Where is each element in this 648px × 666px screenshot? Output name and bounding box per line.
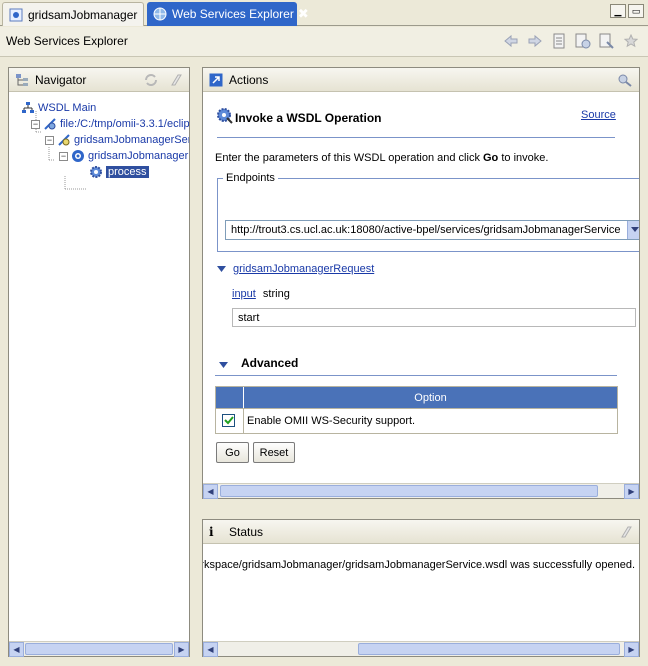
tab-web-services-explorer[interactable]: Web Services Explorer ✖ xyxy=(147,2,309,26)
status-hscrollbar[interactable]: ◀ ▶ xyxy=(203,641,639,657)
scroll-right-icon[interactable]: ▶ xyxy=(624,642,639,657)
invoke-operation-icon xyxy=(217,108,233,124)
navigator-header: Navigator xyxy=(9,68,189,92)
port-binding-icon xyxy=(72,150,84,162)
wsdl-page-icon[interactable] xyxy=(598,32,616,50)
advanced-heading: Advanced xyxy=(241,356,299,370)
operation-heading: Invoke a WSDL Operation xyxy=(235,111,382,125)
input-parameter-row: input string xyxy=(232,288,290,300)
wsil-page-icon[interactable] xyxy=(574,32,592,50)
input-type: string xyxy=(262,288,290,300)
source-link[interactable]: Source xyxy=(581,109,616,121)
tree-item-operation[interactable]: process xyxy=(89,164,149,180)
collapse-toggle[interactable]: − xyxy=(45,135,54,145)
uddi-page-icon[interactable] xyxy=(550,32,568,50)
status-content: workspace/gridsamJobmanager/gridsamJobma… xyxy=(203,544,639,640)
advanced-expand-icon[interactable] xyxy=(219,362,228,369)
search-gear-icon[interactable] xyxy=(617,73,633,87)
input-field[interactable]: start xyxy=(232,308,636,327)
wsdl-document-icon xyxy=(44,118,56,130)
scroll-right-icon[interactable]: ▶ xyxy=(174,642,189,657)
status-title: Status xyxy=(229,524,264,539)
favorites-star-icon[interactable] xyxy=(622,32,640,50)
tree-label: WSDL Main xyxy=(38,102,97,114)
tree-item-wsdl-main[interactable]: WSDL Main xyxy=(21,100,96,116)
navigator-tree: WSDL Main − file:/C:/tmp/omii-3.3.1/ecli… xyxy=(9,92,189,640)
advanced-divider xyxy=(215,375,617,376)
tab-label: Web Services Explorer xyxy=(172,7,294,21)
wsdl-main-icon xyxy=(22,102,34,113)
input-link[interactable]: input xyxy=(232,288,256,300)
input-value: start xyxy=(238,311,260,324)
actions-header: Actions xyxy=(203,68,639,92)
tab-label: gridsamJobmanager xyxy=(28,7,138,22)
tree-label: gridsamJobmanager: xyxy=(88,150,189,162)
maximize-icon[interactable]: ▭ xyxy=(628,4,644,18)
scroll-thumb[interactable] xyxy=(220,485,598,497)
endpoints-group xyxy=(217,178,639,252)
option-row: Enable OMII WS-Security support. xyxy=(216,408,617,433)
navigator-hscrollbar[interactable]: ◀ ▶ xyxy=(9,641,189,657)
close-tab-icon[interactable]: ✖ xyxy=(294,6,309,22)
scroll-thumb[interactable] xyxy=(25,643,173,655)
clear-status-icon[interactable] xyxy=(619,525,633,539)
request-link[interactable]: gridsamJobmanagerRequest xyxy=(233,263,374,275)
gear-icon xyxy=(90,166,102,178)
tree-item-file[interactable]: − file:/C:/tmp/omii-3.3.1/eclip xyxy=(31,116,189,132)
scroll-thumb[interactable] xyxy=(358,643,620,655)
heading-divider xyxy=(217,137,615,138)
tree-label: file:/C:/tmp/omii-3.3.1/eclip xyxy=(60,118,189,130)
checkmark-icon xyxy=(223,416,234,425)
tab-gridsam-jobmanager[interactable]: gridsamJobmanager xyxy=(2,2,144,26)
collapse-toggle[interactable]: − xyxy=(31,119,40,129)
actions-title: Actions xyxy=(229,72,269,87)
go-button[interactable]: Go xyxy=(216,442,249,463)
chevron-down-icon[interactable] xyxy=(627,221,639,239)
minimize-icon[interactable]: ▁ xyxy=(610,4,626,18)
endpoint-value: http://trout3.cs.ucl.ac.uk:18080/active-… xyxy=(231,224,621,236)
navigator-title: Navigator xyxy=(35,72,87,87)
navigator-tree-icon xyxy=(16,73,28,86)
actions-arrow-icon xyxy=(209,73,223,86)
option-column-header: Option xyxy=(243,387,617,408)
service-icon xyxy=(58,134,70,146)
security-checkbox[interactable] xyxy=(222,414,235,427)
scroll-left-icon[interactable]: ◀ xyxy=(203,484,218,499)
actions-content: Invoke a WSDL Operation Source Enter the… xyxy=(203,92,639,484)
reset-button[interactable]: Reset xyxy=(253,442,295,463)
scroll-right-icon[interactable]: ▶ xyxy=(624,484,639,499)
refresh-icon[interactable] xyxy=(143,73,159,87)
status-message: workspace/gridsamJobmanager/gridsamJobma… xyxy=(203,559,635,571)
wsdl-file-icon xyxy=(9,8,23,21)
scroll-left-icon[interactable]: ◀ xyxy=(9,642,24,657)
collapse-toggle[interactable]: − xyxy=(59,151,68,161)
scroll-left-icon[interactable]: ◀ xyxy=(203,642,218,657)
endpoint-select[interactable]: http://trout3.cs.ucl.ac.uk:18080/active-… xyxy=(225,220,639,240)
tree-label: gridsamJobmanagerServ xyxy=(74,134,189,146)
actions-panel: Actions Invoke a WSDL Operation Source E… xyxy=(202,67,640,499)
tree-item-service[interactable]: − gridsamJobmanagerServ xyxy=(45,132,189,148)
back-arrow-icon[interactable] xyxy=(502,32,520,50)
instructions-text: Enter the parameters of this WSDL operat… xyxy=(215,152,549,164)
tree-label: process xyxy=(106,166,149,178)
status-header: i Status xyxy=(203,520,639,544)
view-title: Web Services Explorer xyxy=(6,34,128,48)
clear-icon[interactable] xyxy=(169,73,183,87)
endpoints-label: Endpoints xyxy=(223,172,278,184)
option-label: Enable OMII WS-Security support. xyxy=(243,409,415,433)
options-header: Option xyxy=(216,387,617,408)
navigator-panel: Navigator WSDL Main − file:/C:/tmp/omii-… xyxy=(8,67,190,657)
globe-icon xyxy=(153,7,167,21)
actions-hscrollbar[interactable]: ◀ ▶ xyxy=(203,483,639,499)
forward-arrow-icon[interactable] xyxy=(526,32,544,50)
status-panel: i Status workspace/gridsamJobmanager/gri… xyxy=(202,519,640,657)
info-icon: i xyxy=(209,524,214,539)
expand-triangle-icon[interactable] xyxy=(217,266,226,273)
options-table: Option Enable OMII WS-Security support. xyxy=(215,386,618,434)
tree-item-port[interactable]: − gridsamJobmanager: xyxy=(59,148,189,164)
